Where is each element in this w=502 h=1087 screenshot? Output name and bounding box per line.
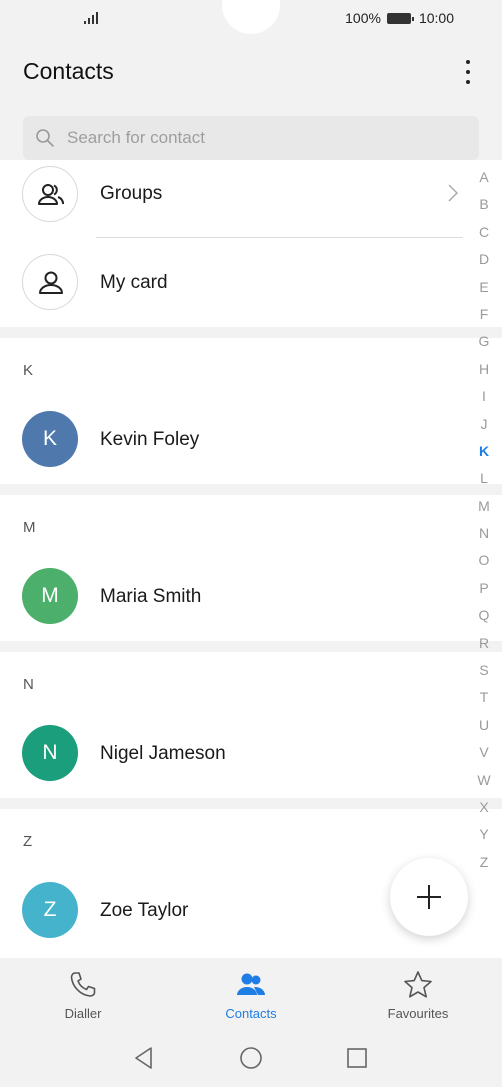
tab-dialler[interactable]: Dialler: [0, 958, 166, 1032]
battery-percent: 100%: [345, 10, 381, 26]
contact-name: Maria Smith: [100, 586, 202, 607]
tab-label: Favourites: [387, 1006, 449, 1021]
avatar: N: [22, 725, 78, 781]
index-letter[interactable]: T: [474, 684, 494, 711]
contact-name: Zoe Taylor: [100, 900, 189, 921]
section-header: N: [23, 676, 34, 693]
index-letter[interactable]: D: [474, 246, 494, 273]
section-header: Z: [23, 833, 33, 850]
page-title: Contacts: [23, 58, 114, 84]
index-letter[interactable]: C: [474, 219, 494, 246]
search-input[interactable]: [67, 116, 467, 160]
index-letter[interactable]: L: [474, 465, 494, 492]
index-letter[interactable]: M: [474, 493, 494, 520]
add-contact-button[interactable]: [390, 858, 468, 936]
index-letter[interactable]: A: [474, 164, 494, 191]
camera-notch: [222, 0, 280, 34]
section-m: M M Maria Smith: [0, 495, 502, 641]
system-nav-bar: [0, 1032, 502, 1087]
contact-row[interactable]: K Kevin Foley: [0, 398, 470, 484]
index-letter[interactable]: F: [474, 301, 494, 328]
search-icon: [36, 129, 54, 147]
avatar: K: [22, 411, 78, 467]
top-items-card: Groups My card: [0, 160, 502, 327]
index-letter[interactable]: J: [474, 411, 494, 438]
index-letter[interactable]: Y: [474, 821, 494, 848]
battery-icon: [386, 12, 414, 24]
status-bar: 100% 10:00: [0, 0, 502, 38]
groups-label: Groups: [100, 183, 163, 204]
groups-row[interactable]: Groups: [0, 160, 470, 238]
more-options-icon[interactable]: [462, 58, 474, 86]
section-n: N N Nigel Jameson: [0, 652, 502, 798]
plus-icon: [417, 885, 441, 909]
bottom-tab-bar: Dialler Contacts Favourites: [0, 958, 502, 1032]
search-bar[interactable]: [23, 116, 479, 160]
home-icon[interactable]: [239, 1046, 263, 1070]
index-letter[interactable]: Z: [474, 849, 494, 876]
index-letter[interactable]: I: [474, 383, 494, 410]
index-letter[interactable]: N: [474, 520, 494, 547]
status-right: 100% 10:00: [345, 10, 454, 26]
index-letter[interactable]: W: [474, 767, 494, 794]
section-header: K: [23, 362, 34, 379]
recents-icon[interactable]: [345, 1046, 369, 1070]
index-letter[interactable]: B: [474, 191, 494, 218]
contact-row[interactable]: N Nigel Jameson: [0, 712, 470, 798]
index-letter[interactable]: G: [474, 328, 494, 355]
index-letter[interactable]: X: [474, 794, 494, 821]
my-card-row[interactable]: My card: [0, 238, 470, 327]
contact-name: Kevin Foley: [100, 429, 200, 450]
tab-favourites[interactable]: Favourites: [335, 958, 501, 1032]
person-icon: [22, 254, 78, 310]
section-k: K K Kevin Foley: [0, 338, 502, 484]
index-letter[interactable]: K: [474, 438, 494, 465]
contact-row[interactable]: Z Zoe Taylor: [0, 869, 380, 955]
avatar: Z: [22, 882, 78, 938]
index-letter[interactable]: R: [474, 630, 494, 657]
back-icon[interactable]: [132, 1046, 156, 1070]
contacts-icon: [237, 973, 266, 995]
contact-name: Nigel Jameson: [100, 743, 226, 764]
index-letter[interactable]: U: [474, 712, 494, 739]
section-header: M: [23, 519, 36, 536]
app-header: Contacts: [0, 38, 502, 104]
tab-label: Dialler: [64, 1006, 102, 1021]
contact-row[interactable]: M Maria Smith: [0, 555, 470, 641]
index-letter[interactable]: V: [474, 739, 494, 766]
index-letter[interactable]: S: [474, 657, 494, 684]
index-letter[interactable]: O: [474, 547, 494, 574]
index-letter[interactable]: H: [474, 356, 494, 383]
phone-icon: [70, 972, 96, 997]
phone-screen: 100% 10:00 Contacts Search for contact G…: [0, 0, 502, 1087]
index-letter[interactable]: E: [474, 274, 494, 301]
groups-icon: [22, 166, 78, 222]
tab-label: Contacts: [225, 1006, 277, 1021]
avatar: M: [22, 568, 78, 624]
alphabet-index[interactable]: ABCDEFGHIJKLMNOPQRSTUVWXYZ: [474, 164, 494, 876]
signal-icon: [84, 10, 102, 24]
index-letter[interactable]: Q: [474, 602, 494, 629]
index-letter[interactable]: P: [474, 575, 494, 602]
my-card-label: My card: [100, 272, 168, 293]
clock: 10:00: [418, 10, 454, 26]
star-icon: [404, 971, 432, 998]
chevron-right-icon: [448, 184, 458, 202]
tab-contacts[interactable]: Contacts: [168, 958, 334, 1032]
